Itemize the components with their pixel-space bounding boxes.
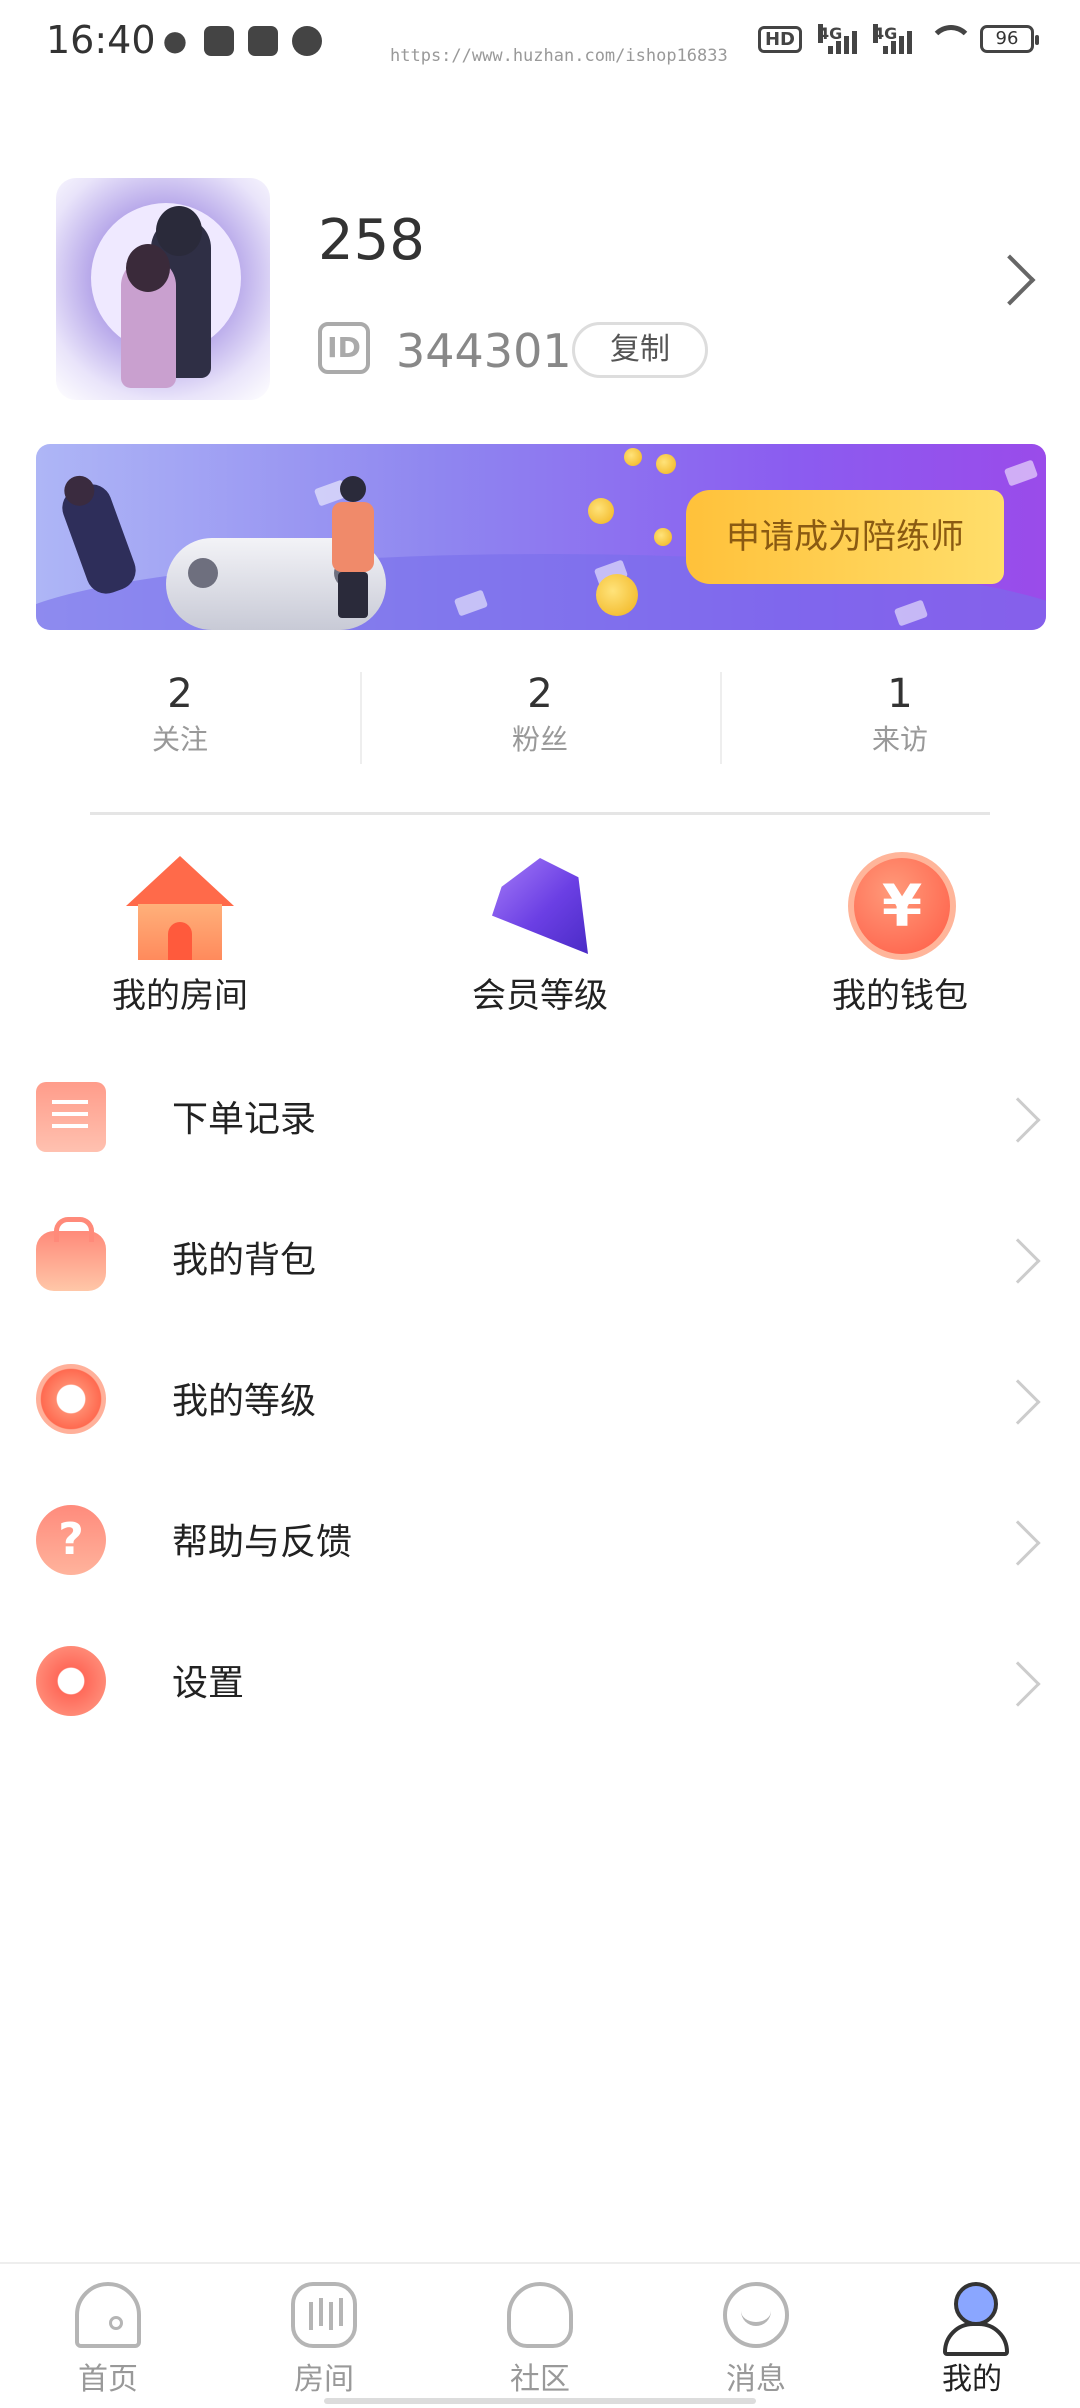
stat-value: 2 (167, 671, 193, 717)
username: 258 (318, 208, 425, 273)
chevron-right-icon (995, 1661, 1041, 1707)
menu-item-backpack[interactable]: 我的背包 (0, 1183, 1080, 1324)
yuan-coin-icon: ¥ (840, 850, 960, 960)
medal-icon (36, 1364, 106, 1434)
wechat-icon: ● (162, 24, 188, 57)
tab-me[interactable]: 我的 (864, 2264, 1080, 2408)
menu-item-order-records[interactable]: 下单记录 (0, 1042, 1080, 1183)
stat-value: 2 (527, 671, 553, 717)
coach-apply-banner[interactable]: 申请成为陪练师 (36, 444, 1046, 630)
tab-label: 房间 (294, 2362, 354, 2397)
stat-label: 关注 (151, 723, 208, 756)
tab-label: 首页 (78, 2362, 138, 2397)
system-icons: HD 4G 4G 96 (757, 24, 1039, 54)
menu-item-settings[interactable]: 设置 (0, 1606, 1080, 1747)
status-bar: 16:40 ● https://www.huzhan.com/ishop1683… (0, 0, 1080, 80)
tab-label: 消息 (726, 2362, 786, 2397)
quick-label: 会员等级 (472, 976, 608, 1016)
menu-list: 下单记录 我的背包 我的等级 ? 帮助与反馈 设置 (0, 1042, 1080, 1747)
quick-my-wallet[interactable]: ¥ 我的钱包 (720, 850, 1080, 1020)
avatar[interactable] (56, 178, 270, 400)
quick-label: 我的房间 (112, 976, 248, 1016)
menu-label: 下单记录 (172, 1099, 317, 1140)
banner-illustration-person-2 (332, 476, 374, 618)
user-id: 344301 (396, 324, 572, 378)
help-icon: ? (36, 1505, 106, 1575)
divider (90, 812, 990, 815)
chevron-right-icon (995, 1238, 1041, 1284)
menu-label: 帮助与反馈 (172, 1522, 353, 1563)
bottom-nav: 首页 房间 社区 消息 我的 (0, 2262, 1080, 2408)
tab-label: 我的 (942, 2362, 1002, 2397)
tiktok-icon (248, 26, 278, 56)
room-icon (291, 2282, 357, 2348)
profile-chevron-right-icon[interactable] (984, 254, 1036, 306)
stat-value: 1 (887, 671, 913, 717)
house-icon (120, 850, 240, 960)
stats-row: 2 关注 2 粉丝 1 来访 (0, 668, 1080, 768)
watermark: https://www.huzhan.com/ishop16833 (390, 46, 728, 66)
copy-id-button[interactable]: 复制 (572, 322, 708, 378)
message-icon (723, 2282, 789, 2348)
tab-home[interactable]: 首页 (0, 2264, 216, 2408)
signal-icon-2: 4G (873, 24, 912, 54)
chevron-right-icon (995, 1520, 1041, 1566)
backpack-icon (36, 1217, 106, 1291)
chevron-right-icon (995, 1097, 1041, 1143)
apply-coach-button[interactable]: 申请成为陪练师 (686, 490, 1004, 584)
battery-icon: 96 (980, 25, 1039, 53)
hd-icon: HD (757, 25, 802, 53)
menu-label: 设置 (172, 1663, 245, 1704)
menu-item-help-feedback[interactable]: ? 帮助与反馈 (0, 1465, 1080, 1606)
home-icon (75, 2282, 141, 2348)
tab-room[interactable]: 房间 (216, 2264, 432, 2408)
home-indicator[interactable] (324, 2398, 756, 2404)
community-icon (507, 2282, 573, 2348)
tab-messages[interactable]: 消息 (648, 2264, 864, 2408)
wifi-icon (928, 25, 974, 53)
quick-label: 我的钱包 (832, 976, 968, 1016)
id-icon: ID (318, 322, 370, 374)
menu-label: 我的背包 (172, 1240, 317, 1281)
stat-visitors[interactable]: 1 来访 (720, 668, 1080, 768)
order-record-icon (36, 1082, 106, 1152)
tab-label: 社区 (510, 2362, 570, 2397)
notification-icons: ● (160, 26, 322, 56)
mail-icon (204, 26, 234, 56)
stat-label: 来访 (871, 723, 928, 756)
stat-label: 粉丝 (511, 723, 568, 756)
compass-icon (292, 26, 322, 56)
quick-my-room[interactable]: 我的房间 (0, 850, 360, 1020)
banner-illustration-person (56, 471, 142, 600)
signal-icon: 4G (818, 24, 857, 54)
gem-icon (480, 850, 600, 960)
chevron-right-icon (995, 1379, 1041, 1425)
menu-label: 我的等级 (172, 1381, 317, 1422)
status-time: 16:40 (46, 18, 156, 62)
stat-fans[interactable]: 2 粉丝 (360, 668, 720, 768)
stat-following[interactable]: 2 关注 (0, 668, 360, 768)
tab-community[interactable]: 社区 (432, 2264, 648, 2408)
profile-icon (939, 2282, 1009, 2356)
settings-icon (36, 1646, 106, 1716)
quick-membership-level[interactable]: 会员等级 (360, 850, 720, 1020)
menu-item-my-level[interactable]: 我的等级 (0, 1324, 1080, 1465)
quick-actions: 我的房间 会员等级 ¥ 我的钱包 (0, 850, 1080, 1020)
